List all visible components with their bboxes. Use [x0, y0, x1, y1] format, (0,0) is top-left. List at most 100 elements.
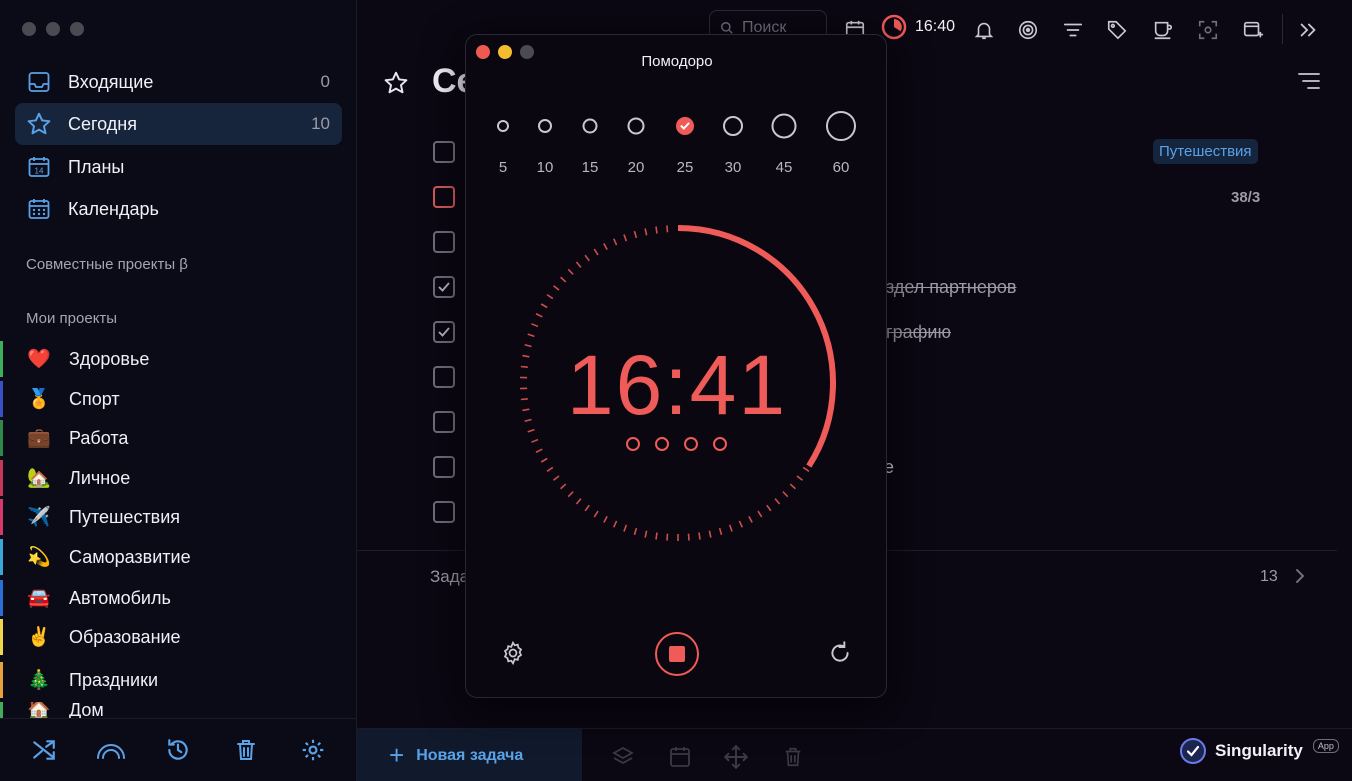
project-emoji-icon: 🚘: [27, 588, 51, 609]
duration-option[interactable]: [627, 117, 645, 135]
group-label[interactable]: Задачи: [430, 567, 466, 587]
pomodoro-timer-chip[interactable]: 16:40: [881, 14, 955, 40]
project-label: Саморазвитие: [69, 546, 191, 567]
gear-icon[interactable]: [499, 639, 527, 667]
dial-tick: [748, 515, 753, 523]
my-projects-title[interactable]: Мои проекты: [26, 310, 117, 327]
stop-button[interactable]: [655, 632, 699, 676]
duration-label[interactable]: 15: [582, 159, 599, 176]
chevron-right-icon[interactable]: [1293, 567, 1307, 590]
duration-label[interactable]: 10: [537, 159, 554, 176]
dial-tick: [527, 333, 535, 338]
filter-icon[interactable]: [1059, 16, 1087, 44]
dial-tick: [623, 524, 628, 532]
project-item[interactable]: ✌️ Образование: [0, 619, 357, 655]
rainbow-icon[interactable]: [94, 733, 128, 767]
project-item[interactable]: 🏅 Спорт: [0, 381, 357, 417]
task-checkbox[interactable]: [433, 366, 455, 388]
task-checkbox[interactable]: [433, 456, 455, 478]
duration-label[interactable]: 30: [725, 159, 742, 176]
task-checkbox[interactable]: [433, 186, 455, 208]
task-title-done[interactable]: графию: [886, 322, 951, 343]
task-checkbox[interactable]: [433, 141, 455, 163]
dial-tick: [708, 530, 712, 538]
sort-icon[interactable]: [1297, 70, 1321, 97]
duration-option[interactable]: [723, 116, 743, 136]
task-checkbox-checked[interactable]: [433, 276, 455, 298]
history-icon[interactable]: [161, 733, 195, 767]
project-label: Работа: [69, 427, 129, 448]
task-checkbox[interactable]: [433, 501, 455, 523]
duration-option[interactable]: [771, 113, 797, 139]
duration-label[interactable]: 60: [833, 159, 850, 176]
project-item[interactable]: 🚘 Автомобиль: [0, 580, 357, 616]
dial-tick: [796, 475, 803, 481]
target-icon[interactable]: [1014, 16, 1042, 44]
dial-tick: [789, 483, 796, 490]
new-task-button[interactable]: + Новая задача: [357, 729, 582, 781]
project-color-bar: [0, 341, 3, 377]
layers-icon[interactable]: [610, 744, 636, 770]
project-item[interactable]: 🎄 Праздники: [0, 662, 357, 698]
minimize-window-button[interactable]: [46, 22, 60, 36]
favorite-star-icon[interactable]: [383, 70, 409, 101]
task-checkbox-checked[interactable]: [433, 321, 455, 343]
focus-icon[interactable]: [1194, 16, 1222, 44]
trash-icon[interactable]: [229, 733, 263, 767]
gear-icon[interactable]: [296, 733, 330, 767]
duration-label[interactable]: 5: [499, 159, 507, 176]
project-label: Автомобиль: [69, 587, 171, 608]
inbox-icon: [25, 68, 53, 96]
zoom-window-button[interactable]: [70, 22, 84, 36]
duration-option-selected[interactable]: [676, 117, 694, 135]
sidebar-item-today[interactable]: Сегодня 10: [15, 103, 342, 145]
reset-icon[interactable]: [826, 639, 854, 667]
project-color-bar: [0, 580, 3, 616]
dial-tick: [757, 510, 763, 518]
move-icon[interactable]: [723, 744, 749, 770]
task-checkbox[interactable]: [433, 411, 455, 433]
sidebar-item-inbox[interactable]: Входящие 0: [15, 61, 342, 103]
project-item[interactable]: 💫 Саморазвитие: [0, 539, 357, 575]
task-title-done[interactable]: здел партнеров: [886, 277, 1016, 298]
shared-projects-title[interactable]: Совместные проекты β: [26, 256, 188, 273]
project-item[interactable]: ✈️ Путешествия: [0, 499, 357, 535]
duration-option[interactable]: [582, 118, 598, 134]
duration-option[interactable]: [497, 120, 509, 132]
shuffle-icon[interactable]: [27, 733, 61, 767]
trash-icon[interactable]: [780, 744, 806, 770]
project-label: Праздники: [69, 669, 159, 690]
duration-label[interactable]: 20: [628, 159, 645, 176]
duration-option[interactable]: [826, 111, 856, 141]
dial-tick: [584, 254, 590, 262]
cup-icon[interactable]: [1149, 16, 1177, 44]
duration-option[interactable]: [538, 119, 552, 133]
close-window-button[interactable]: [22, 22, 36, 36]
project-label: Путешествия: [69, 506, 181, 527]
expand-icon[interactable]: [1294, 16, 1322, 44]
dial-tick: [782, 491, 789, 498]
new-task-label: Новая задача: [416, 746, 524, 764]
check-icon: [680, 122, 690, 130]
bell-icon[interactable]: [970, 16, 998, 44]
project-item[interactable]: 🏠 Дом: [0, 702, 357, 718]
task-checkbox[interactable]: [433, 231, 455, 253]
project-item[interactable]: ❤️ Здоровье: [0, 341, 357, 377]
new-window-icon[interactable]: [1239, 16, 1267, 44]
project-item[interactable]: 💼 Работа: [0, 420, 357, 456]
sidebar-item-calendar[interactable]: Календарь: [15, 188, 342, 230]
duration-label[interactable]: 45: [776, 159, 793, 176]
duration-label[interactable]: 25: [677, 159, 694, 176]
calendar-grid-icon: [25, 195, 53, 223]
session-indicators: [626, 437, 727, 451]
project-tag[interactable]: Путешествия: [1153, 139, 1258, 164]
star-icon: [25, 110, 53, 138]
tag-icon[interactable]: [1103, 16, 1131, 44]
project-label: Дом: [69, 702, 104, 718]
dial-tick: [535, 313, 543, 318]
dial-tick: [546, 466, 554, 473]
project-emoji-icon: 🏡: [27, 468, 51, 489]
sidebar-item-plans[interactable]: 14 Планы: [15, 146, 342, 188]
project-item[interactable]: 🏡 Личное: [0, 460, 357, 496]
calendar-icon[interactable]: [667, 744, 693, 770]
